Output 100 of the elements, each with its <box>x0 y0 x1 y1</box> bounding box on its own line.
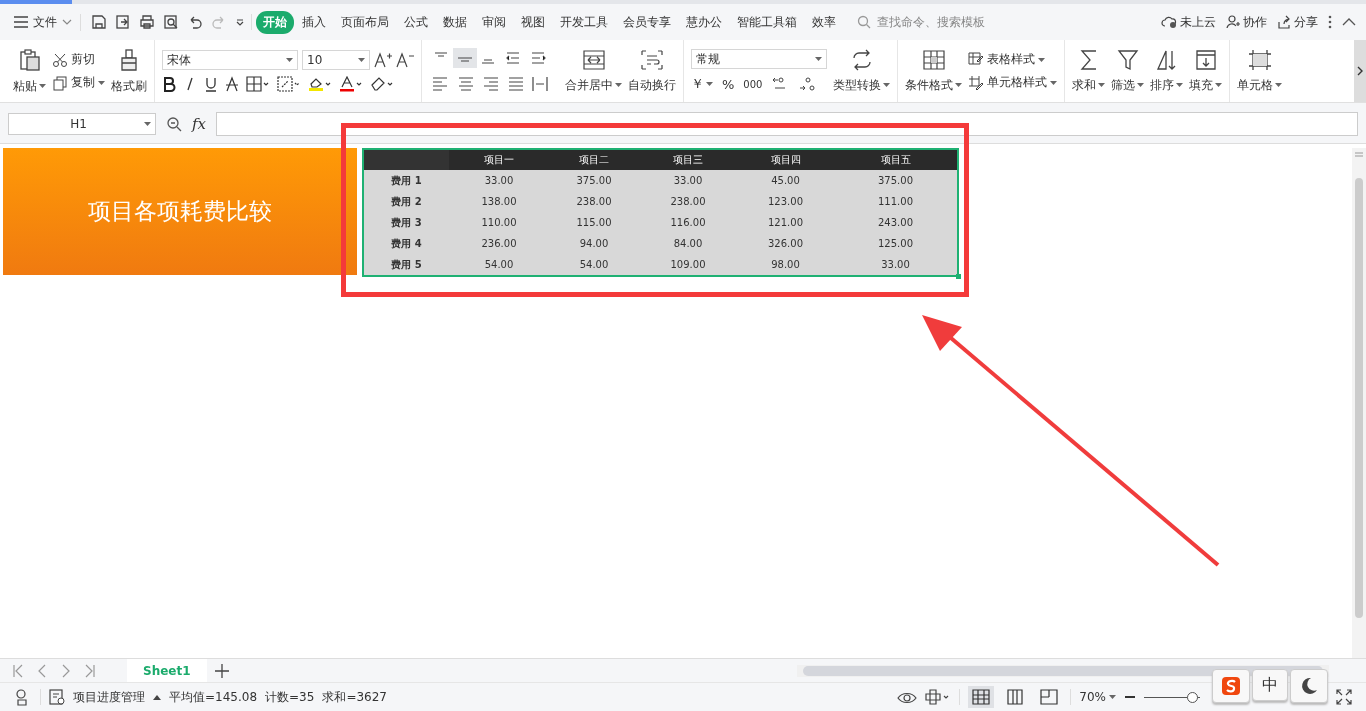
workbook-name[interactable]: 项目进度管理 <box>73 688 145 706</box>
table-cell-text: 238.00 <box>575 196 613 207</box>
copy-icon <box>52 74 68 91</box>
wrap-text-button[interactable]: 自动换行 <box>628 48 676 94</box>
ribbon-tab[interactable]: 公式 <box>397 10 435 34</box>
cell-button[interactable]: 单元格 <box>1237 48 1282 94</box>
ribbon-tab[interactable]: 插入 <box>295 10 333 34</box>
type-convert-button[interactable]: 类型转换 <box>833 48 890 94</box>
underline-icon[interactable] <box>204 76 218 92</box>
percent-button[interactable]: % <box>722 76 735 92</box>
font-color-icon[interactable] <box>339 76 363 92</box>
caret-icon <box>39 84 46 88</box>
sum-readout: 求和=3627 <box>322 688 387 706</box>
print-preview-icon[interactable] <box>163 14 179 30</box>
strikethrough-icon[interactable] <box>225 76 239 92</box>
funnel-icon <box>1116 48 1139 71</box>
caret-icon <box>1176 83 1183 87</box>
more-icon[interactable] <box>1328 15 1332 29</box>
ribbon-tab[interactable]: 审阅 <box>475 10 513 34</box>
share-button[interactable]: 分享 <box>1277 13 1318 31</box>
column-header: 项目四 <box>769 153 802 167</box>
decrease-font-icon[interactable] <box>396 52 414 68</box>
cell-style-button[interactable]: 单元格样式 <box>968 74 1057 91</box>
decrease-decimal-icon[interactable] <box>798 75 817 93</box>
font-name-field[interactable]: 宋体 <box>162 50 298 70</box>
moon-icon[interactable] <box>1290 669 1328 703</box>
ribbon-tab[interactable]: 会员专享 <box>616 10 678 34</box>
filter-button[interactable]: 筛选 <box>1111 48 1144 94</box>
name-box[interactable]: H1 <box>8 113 156 135</box>
bold-icon[interactable] <box>162 76 176 92</box>
format-painter-button[interactable]: 格式刷 <box>111 47 147 95</box>
font-size-field[interactable]: 10 <box>302 50 370 70</box>
fill-pattern-icon[interactable] <box>277 76 301 92</box>
zoom-formula-icon[interactable] <box>166 116 182 132</box>
cut-button[interactable]: 剪切 <box>52 51 105 68</box>
ribbon-tab[interactable]: 数据 <box>436 10 474 34</box>
ribbon-tab[interactable]: 页面布局 <box>334 10 396 34</box>
caret-icon <box>144 122 151 126</box>
dropdown-icon[interactable] <box>235 17 245 27</box>
fill-down-icon <box>1194 48 1217 71</box>
table-cell-text: 54.00 <box>483 259 515 270</box>
fullscreen-icon[interactable] <box>1336 689 1352 705</box>
table-cell-text: 45.00 <box>770 175 801 186</box>
number-format-field[interactable]: 常规 <box>691 49 827 69</box>
caret-icon <box>1109 695 1116 699</box>
last-sheet-icon[interactable] <box>84 663 96 678</box>
previous-sheet-icon[interactable] <box>36 663 48 678</box>
fill-color-icon[interactable] <box>308 76 332 92</box>
merge-center-button[interactable]: 合并居中 <box>565 48 622 94</box>
cell-icon <box>1247 48 1272 71</box>
sum-button[interactable]: 求和 <box>1072 48 1105 94</box>
export-icon[interactable] <box>115 14 131 30</box>
table-cell-text: 94.00 <box>578 238 610 249</box>
borders-icon[interactable] <box>246 76 270 92</box>
row-header: 费用 5 <box>390 257 423 272</box>
print-icon[interactable] <box>139 14 155 30</box>
ribbon-tab[interactable]: 视图 <box>514 10 552 34</box>
next-sheet-icon[interactable] <box>60 663 72 678</box>
grid-icon <box>921 48 946 71</box>
add-sheet-icon[interactable] <box>214 663 229 678</box>
column-header: 项目二 <box>578 153 610 167</box>
increase-font-icon[interactable] <box>374 52 392 68</box>
expand-up-icon[interactable] <box>153 694 161 700</box>
zoom-slider[interactable] <box>1144 691 1200 703</box>
search-field[interactable]: 查找命令、搜索模板 <box>857 14 999 30</box>
vertical-scrollbar[interactable] <box>1355 178 1363 618</box>
zoom-level[interactable]: 70% <box>1079 690 1116 704</box>
zoom-out-icon[interactable] <box>1124 695 1136 699</box>
currency-button[interactable]: ￥ <box>691 75 713 93</box>
first-sheet-icon[interactable] <box>12 663 24 678</box>
caret-icon <box>1098 83 1105 87</box>
collapse-icon[interactable] <box>1342 17 1356 27</box>
copy-button[interactable]: 复制 <box>52 74 105 91</box>
collaborate-button[interactable]: 协作 <box>1226 13 1267 31</box>
cloud-button[interactable]: 未上云 <box>1161 13 1216 31</box>
save-icon[interactable] <box>91 14 107 30</box>
ime-logo-icon[interactable] <box>1212 669 1250 703</box>
thousands-button[interactable]: 000 <box>743 78 763 90</box>
conditional-format-button[interactable]: 条件格式 <box>905 48 962 94</box>
ribbon-tab[interactable]: 开发工具 <box>553 10 615 34</box>
wrap-text-icon <box>640 48 664 71</box>
ime-mode-button[interactable]: 中 <box>1252 669 1288 701</box>
title-text: 项目各项耗费比较 <box>88 197 272 226</box>
table-style-button[interactable]: 表格样式 <box>968 51 1057 68</box>
ribbon-tab[interactable]: 慧办公 <box>679 10 729 34</box>
sort-button[interactable]: 排序 <box>1150 48 1183 94</box>
normal-view-icon[interactable] <box>968 686 995 708</box>
file-menu-button[interactable]: 文件 <box>10 13 81 31</box>
paste-button[interactable]: 粘贴 <box>13 47 46 95</box>
formula-input[interactable] <box>216 112 1358 136</box>
caret-icon <box>955 83 962 87</box>
ribbon-tab[interactable]: 智能工具箱 <box>730 10 804 34</box>
horizontal-scrollbar[interactable] <box>796 664 1329 677</box>
caret-icon <box>1050 80 1057 85</box>
function-label[interactable]: fx <box>192 115 206 133</box>
ribbon-tab[interactable]: 效率 <box>805 10 843 34</box>
fill-button[interactable]: 填充 <box>1189 48 1222 94</box>
eraser-icon[interactable] <box>370 76 394 92</box>
workbook-icon[interactable] <box>49 689 65 705</box>
chevron-down-icon <box>62 19 72 25</box>
